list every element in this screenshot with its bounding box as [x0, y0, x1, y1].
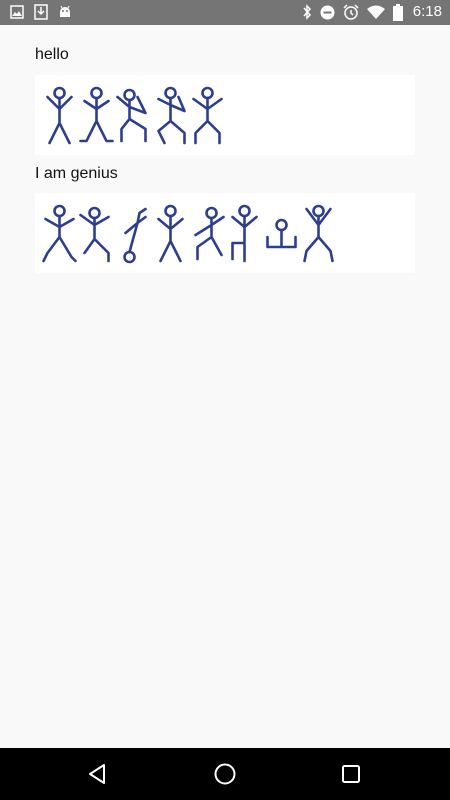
dancing-man-icon [157, 86, 186, 145]
recents-icon [342, 765, 360, 783]
message-label-genius: I am genius [35, 165, 118, 182]
dancing-men-card-hello [35, 75, 415, 155]
dancing-man-icon [303, 204, 334, 263]
dancing-men-row [41, 85, 226, 147]
dancing-man-icon [123, 207, 147, 264]
clock-time: 6:18 [412, 3, 442, 20]
do-not-disturb-icon [320, 5, 335, 20]
dancing-man-icon [79, 206, 110, 263]
message-list: hello I am genius [0, 25, 450, 747]
alarm-icon [343, 4, 359, 20]
dancing-man-icon [266, 218, 297, 249]
bluetooth-icon [302, 4, 312, 20]
status-bar: 6:18 [0, 0, 450, 25]
recents-button[interactable] [337, 760, 365, 788]
wifi-icon [366, 5, 385, 19]
back-button[interactable] [84, 760, 112, 788]
home-icon [214, 763, 236, 785]
dancing-man-icon [79, 86, 114, 143]
battery-icon [392, 3, 403, 21]
android-icon [58, 5, 72, 19]
navigation-bar [0, 748, 450, 800]
dancing-man-icon [157, 204, 184, 263]
dancing-man-icon [46, 86, 73, 145]
image-icon [10, 5, 24, 19]
home-button[interactable] [211, 760, 239, 788]
dancing-man-icon [42, 204, 77, 263]
download-icon [34, 4, 48, 20]
message-label-hello: hello [35, 46, 69, 63]
dancing-man-icon [192, 86, 223, 145]
dancing-man-icon [231, 204, 258, 263]
dancing-men-card-genius [35, 193, 415, 273]
back-icon [89, 764, 105, 784]
dancing-men-row [41, 203, 337, 265]
dancing-man-icon [194, 206, 225, 261]
dancing-man-icon [116, 88, 147, 143]
